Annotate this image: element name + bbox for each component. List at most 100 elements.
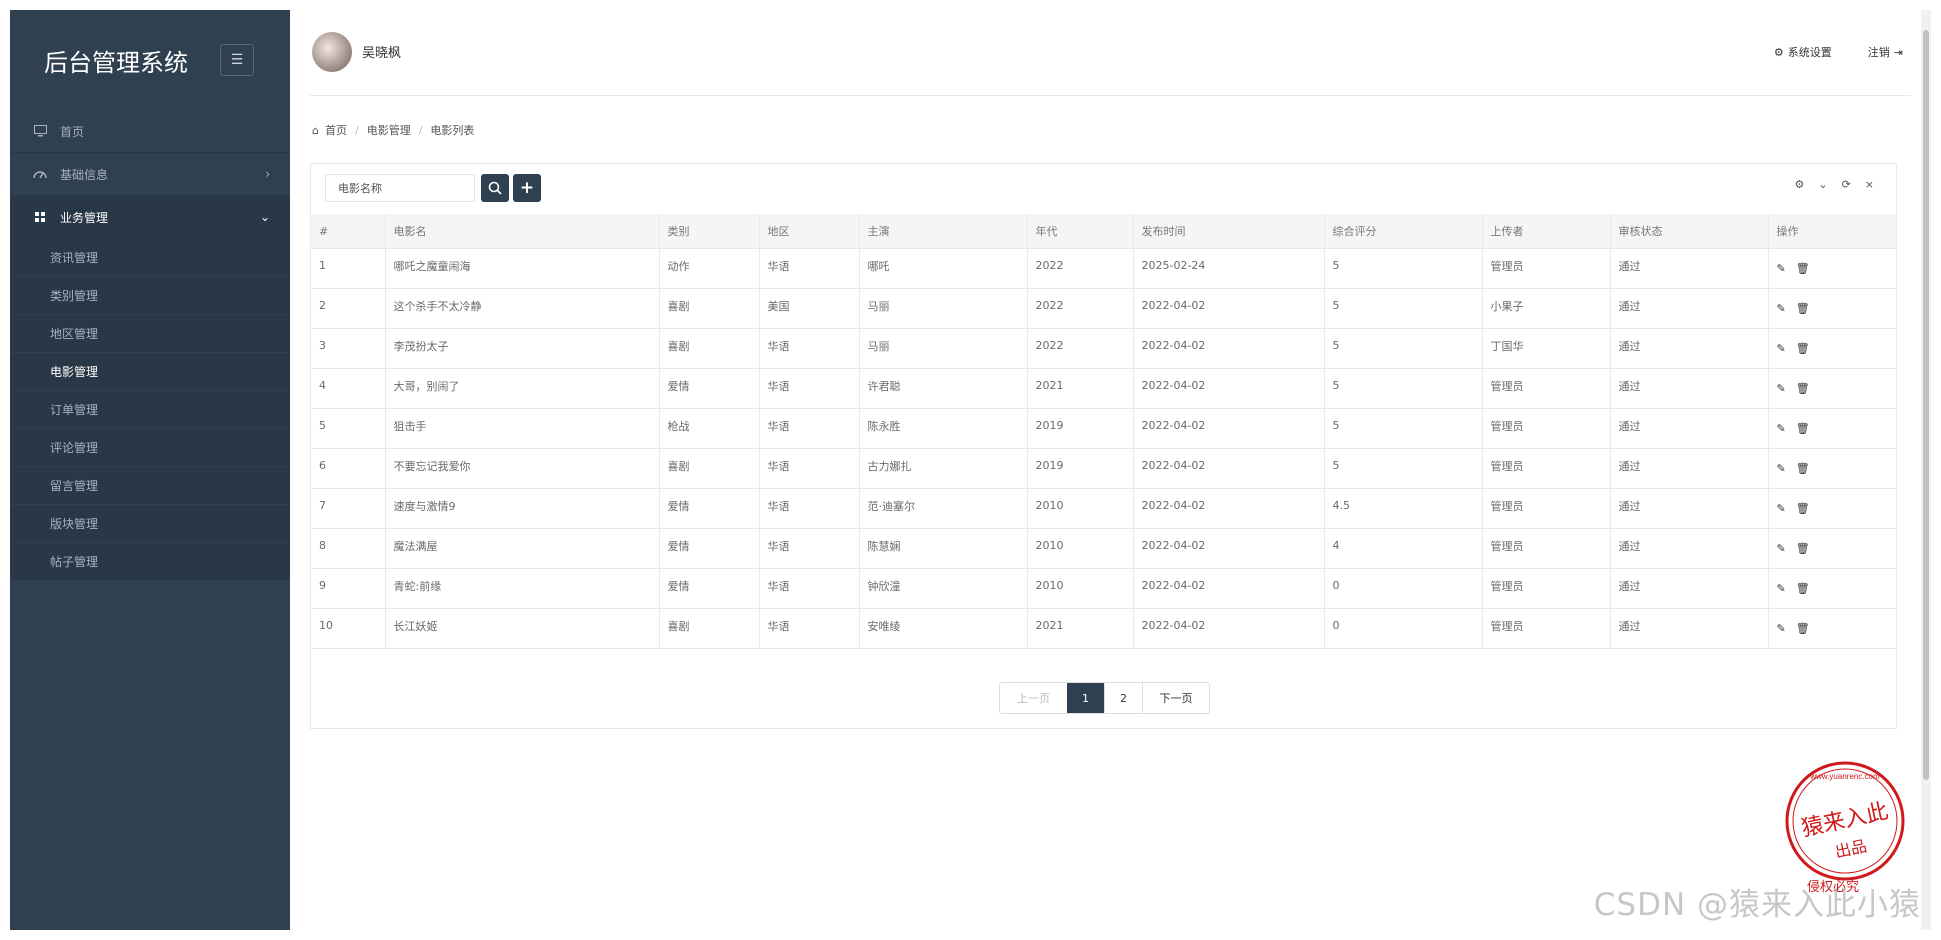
trash-icon[interactable]: 🗑 <box>1796 382 1810 395</box>
cell-text: 喜剧 <box>667 459 690 473</box>
cell-text: 0 <box>1332 619 1340 632</box>
pagination: 上一页 1 2 下一页 <box>999 682 1210 714</box>
settings-link[interactable]: ⚙ 系统设置 <box>1774 44 1832 60</box>
username[interactable]: 吴晓枫 <box>362 42 401 61</box>
search-input[interactable]: 电影名称 <box>325 174 475 202</box>
sidebar-item-news[interactable]: 资讯管理 <box>10 239 290 277</box>
cell-text: 1 <box>319 259 326 272</box>
table-row[interactable]: 8 魔法满屋 爱情 华语 陈慧娴 2010 2022-04-02 4 管理员 通过 ✎ 🗑 <box>311 528 1896 569</box>
column-header: 发布时间 <box>1132 214 1324 249</box>
table-cell: 4 <box>1323 528 1482 569</box>
table-cell: 管理员 <box>1481 608 1610 649</box>
cell-text: 管理员 <box>1490 619 1524 633</box>
row-actions: ✎ 🗑 <box>1767 328 1896 369</box>
edit-icon[interactable]: ✎ <box>1777 342 1786 355</box>
trash-icon[interactable]: 🗑 <box>1796 342 1810 355</box>
table-cell: 速度与激情9 <box>384 488 659 529</box>
menu-toggle-button[interactable]: ☰ <box>220 44 254 76</box>
home-icon: ⌂ <box>312 123 319 137</box>
breadcrumb-movie-mgmt[interactable]: 电影管理 <box>367 122 411 138</box>
sidebar-item-comment[interactable]: 评论管理 <box>10 429 290 467</box>
table-cell: 魔法满屋 <box>384 528 659 569</box>
cell-text: 通过 <box>1618 579 1641 593</box>
trash-icon[interactable]: 🗑 <box>1796 582 1810 595</box>
trash-icon[interactable]: 🗑 <box>1796 302 1810 315</box>
table-cell: 2022-04-02 <box>1132 488 1324 529</box>
row-actions: ✎ 🗑 <box>1767 608 1896 649</box>
table-row[interactable]: 9 青蛇:前缘 爱情 华语 钟欣潼 2010 2022-04-02 0 管理员 通过 ✎ 🗑 <box>311 568 1896 609</box>
table-row[interactable]: 10 长江妖姬 喜剧 华语 安唯绫 2021 2022-04-02 0 管理员 通过 ✎ 🗑 <box>311 608 1896 649</box>
trash-icon[interactable]: 🗑 <box>1796 502 1810 515</box>
chevron-down-icon[interactable]: ⌄ <box>1818 178 1827 191</box>
close-icon[interactable]: × <box>1865 178 1874 191</box>
sidebar-item-category[interactable]: 类别管理 <box>10 277 290 315</box>
table-cell: 李茂扮太子 <box>384 328 659 369</box>
sidebar-item-message[interactable]: 留言管理 <box>10 467 290 505</box>
gear-icon[interactable]: ⚙ <box>1794 178 1804 191</box>
table-row[interactable]: 4 大哥，别闹了 爱情 华语 许君聪 2021 2022-04-02 5 管理员 通过 ✎ 🗑 <box>311 368 1896 409</box>
table-cell: 2022 <box>1026 248 1133 289</box>
trash-icon[interactable]: 🗑 <box>1796 462 1810 475</box>
edit-icon[interactable]: ✎ <box>1777 302 1786 315</box>
search-button[interactable] <box>481 174 509 202</box>
edit-icon[interactable]: ✎ <box>1777 622 1786 635</box>
table-row[interactable]: 5 狙击手 枪战 华语 陈永胜 2019 2022-04-02 5 管理员 通过 ✎ 🗑 <box>311 408 1896 449</box>
edit-icon[interactable]: ✎ <box>1777 262 1786 275</box>
table-cell: 美国 <box>758 288 859 329</box>
table-row[interactable]: 6 不要忘记我爱你 喜剧 华语 古力娜扎 2019 2022-04-02 5 管理员 通过 ✎ 🗑 <box>311 448 1896 489</box>
sidebar-item-home[interactable]: 首页 <box>10 110 290 153</box>
column-header: # <box>311 214 385 249</box>
sidebar-item-post[interactable]: 帖子管理 <box>10 543 290 581</box>
trash-icon[interactable]: 🗑 <box>1796 262 1810 275</box>
trash-icon[interactable]: 🗑 <box>1796 542 1810 555</box>
table-cell: 许君聪 <box>858 368 1027 409</box>
cell-text: 2010 <box>1035 539 1064 552</box>
cell-text: 通过 <box>1618 459 1641 473</box>
edit-icon[interactable]: ✎ <box>1777 582 1786 595</box>
logout-link[interactable]: 注销 ⇥ <box>1868 44 1903 60</box>
table-cell: 爱情 <box>658 488 759 529</box>
table-cell: 管理员 <box>1481 408 1610 449</box>
sidebar-item-board[interactable]: 版块管理 <box>10 505 290 543</box>
table-row[interactable]: 3 李茂扮太子 喜剧 华语 马丽 2022 2022-04-02 5 丁国华 通过 ✎ 🗑 <box>311 328 1896 369</box>
next-page-button[interactable]: 下一页 <box>1142 683 1209 713</box>
table-row[interactable]: 1 哪吒之魔童闹海 动作 华语 哪吒 2022 2025-02-24 5 管理员 通过 ✎ 🗑 <box>311 248 1896 289</box>
table-cell: 华语 <box>758 488 859 529</box>
page-button-2[interactable]: 2 <box>1104 683 1142 713</box>
cell-text: 2022-04-02 <box>1141 619 1206 632</box>
trash-icon[interactable]: 🗑 <box>1796 422 1810 435</box>
sidebar-item-movie[interactable]: 电影管理 <box>10 353 290 391</box>
table-cell: 2021 <box>1026 368 1133 409</box>
prev-page-button[interactable]: 上一页 <box>1000 683 1067 713</box>
trash-icon[interactable]: 🗑 <box>1796 622 1810 635</box>
sidebar-item-region[interactable]: 地区管理 <box>10 315 290 353</box>
grid-icon <box>32 212 48 222</box>
cell-text: 管理员 <box>1490 419 1524 433</box>
row-actions: ✎ 🗑 <box>1767 448 1896 489</box>
cell-text: 爱情 <box>667 379 690 393</box>
edit-icon[interactable]: ✎ <box>1777 502 1786 515</box>
breadcrumb-home[interactable]: 首页 <box>325 122 347 138</box>
avatar[interactable] <box>312 32 352 72</box>
column-header: 地区 <box>758 214 859 249</box>
page-button-1[interactable]: 1 <box>1067 683 1104 713</box>
sidebar-item-business[interactable]: 业务管理 ⌄ <box>10 196 290 239</box>
sidebar-item-basic-info[interactable]: 基础信息 › <box>10 153 290 196</box>
edit-icon[interactable]: ✎ <box>1777 542 1786 555</box>
refresh-icon[interactable]: ⟳ <box>1842 178 1851 191</box>
edit-icon[interactable]: ✎ <box>1777 382 1786 395</box>
sidebar-item-order[interactable]: 订单管理 <box>10 391 290 429</box>
edit-icon[interactable]: ✎ <box>1777 422 1786 435</box>
table-row[interactable]: 7 速度与激情9 爱情 华语 范·迪塞尔 2010 2022-04-02 4.5 管理员 通过 ✎ 🗑 <box>311 488 1896 529</box>
cell-text: 0 <box>1332 579 1340 592</box>
add-button[interactable]: + <box>513 174 541 202</box>
hamburger-icon: ☰ <box>230 52 244 68</box>
table-row[interactable]: 2 这个杀手不太冷静 喜剧 美国 马丽 2022 2022-04-02 5 小果子 通过 ✎ 🗑 <box>311 288 1896 329</box>
scrollbar[interactable] <box>1921 10 1931 930</box>
cell-text: 喜剧 <box>667 339 690 353</box>
table-cell: 2022-04-02 <box>1132 408 1324 449</box>
edit-icon[interactable]: ✎ <box>1777 462 1786 475</box>
table-cell: 丁国华 <box>1481 328 1610 369</box>
cell-text: 2021 <box>1035 619 1064 632</box>
scrollbar-thumb[interactable] <box>1923 30 1929 780</box>
